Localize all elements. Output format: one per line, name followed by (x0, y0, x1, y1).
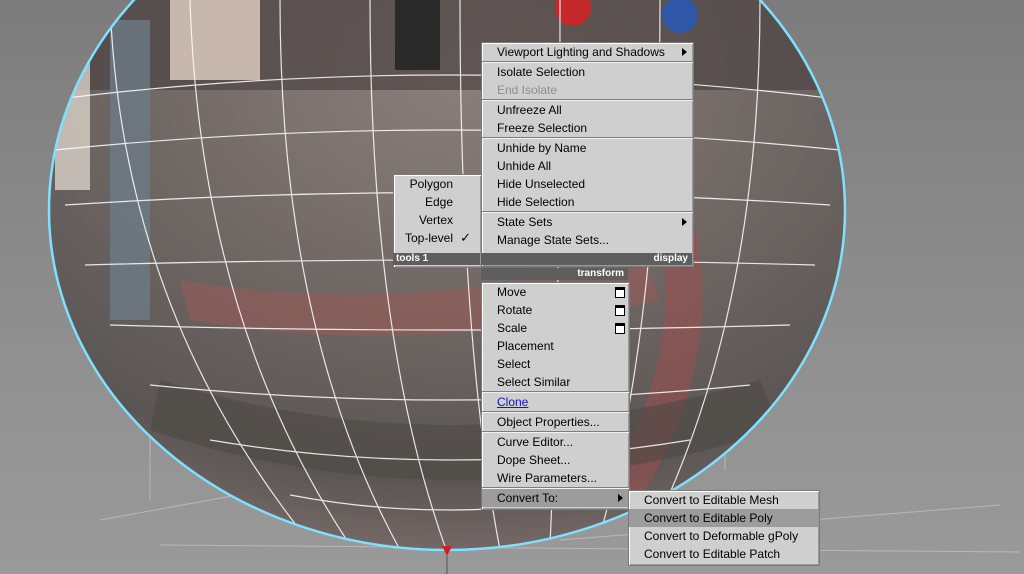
display-item-label: Hide Selection (497, 195, 575, 209)
transform-item-label: Scale (497, 321, 528, 335)
tools1-header: tools 1 (393, 253, 480, 265)
transform-select[interactable]: Select (482, 355, 629, 373)
display-item-label: Hide Unselected (497, 177, 586, 191)
transform-item-label: Select (497, 357, 531, 371)
quad-display: Viewport Lighting and Shadows Isolate Sel… (481, 42, 694, 267)
transform-item-label: Move (497, 285, 527, 299)
tools1-item-label: Vertex (418, 213, 453, 227)
transform-item-label: Dope Sheet... (497, 453, 571, 467)
tools1-item-label: Polygon (409, 177, 453, 191)
display-item-label: State Sets (497, 215, 553, 229)
transform-dope-sheet[interactable]: Dope Sheet... (482, 451, 629, 469)
display-hide-unselected[interactable]: Hide Unselected (482, 175, 693, 193)
convert-convert-to-editable-poly[interactable]: Convert to Editable Poly (629, 509, 819, 527)
display-unfreeze-all[interactable]: Unfreeze All (482, 101, 693, 119)
convert-item-label: Convert to Editable Mesh (644, 493, 779, 507)
display-item-label: Freeze Selection (497, 121, 588, 135)
transform-rotate[interactable]: Rotate (482, 301, 629, 319)
transform-clone[interactable]: Clone (482, 393, 629, 411)
transform-object-properties[interactable]: Object Properties... (482, 413, 629, 431)
display-item-label: Unhide All (497, 159, 552, 173)
display-header-label: display (653, 253, 688, 264)
transform-item-label: Clone (497, 395, 529, 409)
tools1-header-label: tools 1 (396, 253, 429, 264)
display-hide-selection[interactable]: Hide Selection (482, 193, 693, 211)
tools1-polygon[interactable]: Polygon (394, 175, 481, 193)
transform-placement[interactable]: Placement (482, 337, 629, 355)
display-freeze-selection[interactable]: Freeze Selection (482, 119, 693, 137)
display-end-isolate: End Isolate (482, 81, 693, 99)
display-manage-state-sets[interactable]: Manage State Sets... (482, 231, 693, 249)
tools1-item-label: Top-level (404, 231, 453, 245)
transform-curve-editor[interactable]: Curve Editor... (482, 433, 629, 451)
submenu-arrow-icon (682, 218, 687, 226)
transform-header-label: transform (577, 268, 624, 279)
tools1-edge[interactable]: Edge (394, 193, 481, 211)
display-items: Viewport Lighting and Shadows Isolate Sel… (482, 43, 693, 249)
transform-items: Move Rotate Scale Placement Select Select Sim… (482, 283, 629, 507)
transform-item-label: Object Properties... (497, 415, 600, 429)
convert-items: Convert to Editable Mesh Convert to Edita… (629, 491, 819, 563)
transform-item-label: Placement (497, 339, 554, 353)
transform-scale[interactable]: Scale (482, 319, 629, 337)
display-item-label: End Isolate (497, 83, 558, 97)
convert-convert-to-editable-mesh[interactable]: Convert to Editable Mesh (629, 491, 819, 509)
transform-item-label: Convert To: (497, 491, 559, 505)
transform-header: transform (481, 268, 628, 280)
convert-item-label: Convert to Editable Patch (644, 547, 781, 561)
convert-submenu: Convert to Editable Mesh Convert to Edita… (628, 490, 820, 566)
display-state-sets[interactable]: State Sets (482, 213, 693, 231)
convert-convert-to-deformable-gpoly[interactable]: Convert to Deformable gPoly (629, 527, 819, 545)
tools1-items: Polygon Edge Vertex Top-level ✓ (394, 175, 481, 247)
tools1-top-level[interactable]: Top-level ✓ (394, 229, 481, 247)
transform-wire-parameters[interactable]: Wire Parameters... (482, 469, 629, 487)
options-dialog-icon[interactable] (615, 323, 625, 334)
convert-convert-to-editable-patch[interactable]: Convert to Editable Patch (629, 545, 819, 563)
options-dialog-icon[interactable] (615, 287, 625, 298)
transform-item-label: Curve Editor... (497, 435, 574, 449)
submenu-arrow-icon (618, 494, 623, 502)
submenu-arrow-icon (682, 48, 687, 56)
transform-convert-to[interactable]: Convert To: (482, 489, 629, 507)
transform-select-similar[interactable]: Select Similar (482, 373, 629, 391)
transform-item-label: Select Similar (497, 375, 571, 389)
display-viewport-lighting-and-shadows[interactable]: Viewport Lighting and Shadows (482, 43, 693, 61)
transform-move[interactable]: Move (482, 283, 629, 301)
display-item-label: Manage State Sets... (497, 233, 610, 247)
checkmark-icon: ✓ (460, 230, 471, 245)
transform-item-label: Wire Parameters... (497, 471, 598, 485)
convert-item-label: Convert to Editable Poly (644, 511, 773, 525)
tools1-vertex[interactable]: Vertex (394, 211, 481, 229)
display-item-label: Isolate Selection (497, 65, 586, 79)
display-header: display (481, 253, 692, 265)
display-item-label: Unfreeze All (497, 103, 562, 117)
display-item-label: Unhide by Name (497, 141, 587, 155)
convert-item-label: Convert to Deformable gPoly (644, 529, 799, 543)
quad-transform: Move Rotate Scale Placement Select Select Sim… (481, 282, 630, 510)
display-unhide-all[interactable]: Unhide All (482, 157, 693, 175)
tools1-item-label: Edge (424, 195, 453, 209)
transform-item-label: Rotate (497, 303, 533, 317)
display-item-label: Viewport Lighting and Shadows (497, 45, 665, 59)
display-unhide-by-name[interactable]: Unhide by Name (482, 139, 693, 157)
options-dialog-icon[interactable] (615, 305, 625, 316)
display-isolate-selection[interactable]: Isolate Selection (482, 63, 693, 81)
